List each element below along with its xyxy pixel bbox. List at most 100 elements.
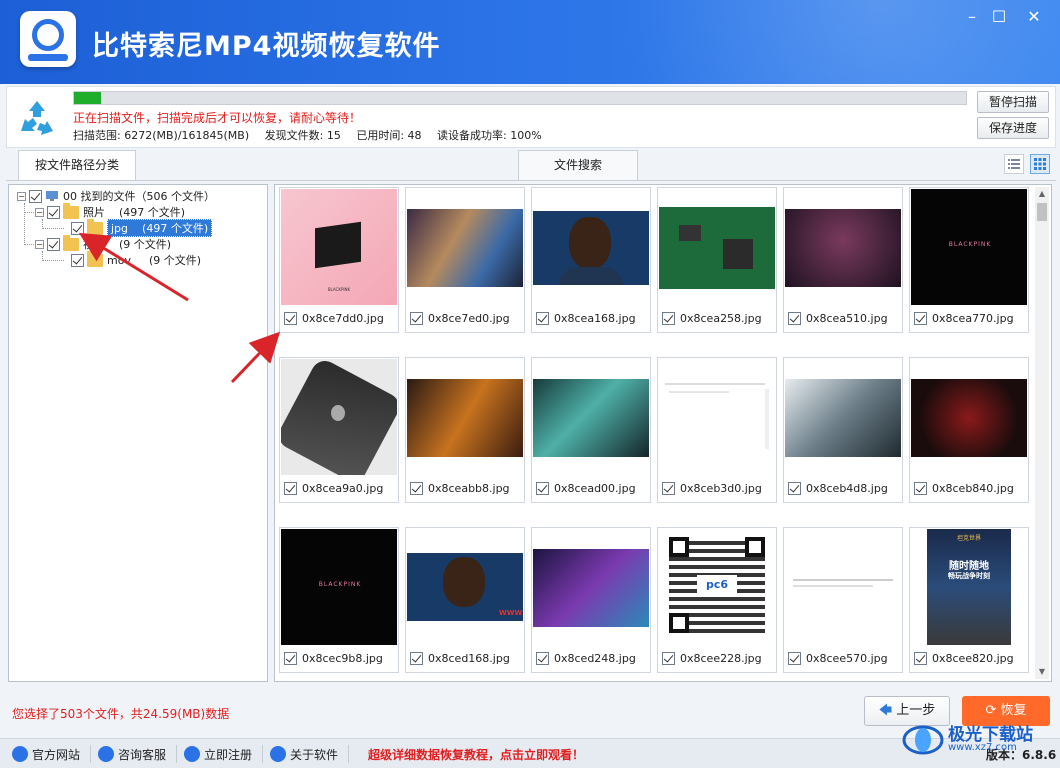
file-checkbox[interactable] xyxy=(788,652,801,665)
checkbox[interactable] xyxy=(71,221,84,235)
tree-item-mov[interactable]: mov (9 个文件) xyxy=(71,250,201,268)
scroll-thumb[interactable] xyxy=(1037,203,1047,221)
file-thumbnail[interactable] xyxy=(785,529,901,645)
file-tile[interactable]: 0x8cee570.jpg xyxy=(783,527,903,673)
file-tile[interactable]: 0x8ceabb8.jpg xyxy=(405,357,525,503)
file-checkbox[interactable] xyxy=(284,312,297,325)
file-tile-footer: 0x8ce7ed0.jpg xyxy=(410,312,510,325)
collapse-icon[interactable]: − xyxy=(35,239,44,249)
file-checkbox[interactable] xyxy=(914,482,927,495)
tab-file-search[interactable]: 文件搜索 xyxy=(518,150,638,180)
pause-scan-button[interactable]: 暂停扫描 xyxy=(977,91,1049,113)
file-checkbox[interactable] xyxy=(536,312,549,325)
file-checkbox[interactable] xyxy=(536,652,549,665)
file-thumbnail[interactable]: BLACKPINK xyxy=(281,189,397,305)
checkbox[interactable] xyxy=(71,253,84,267)
file-tile[interactable]: BLACKPINK 0x8ce7dd0.jpg xyxy=(279,187,399,333)
support-button[interactable]: 咨询客服 xyxy=(98,744,166,764)
file-thumbnail[interactable] xyxy=(911,359,1027,475)
file-tile[interactable]: 0x8cea258.jpg xyxy=(657,187,777,333)
file-thumbnail[interactable] xyxy=(407,359,523,475)
register-button[interactable]: 立即注册 xyxy=(184,744,252,764)
file-thumbnail[interactable] xyxy=(281,359,397,475)
thumbnail-view-icon[interactable] xyxy=(1030,154,1050,174)
file-name: 0x8ceb4d8.jpg xyxy=(806,482,888,495)
file-thumbnail[interactable] xyxy=(533,359,649,475)
file-thumbnail[interactable] xyxy=(533,529,649,645)
file-thumbnail[interactable]: pc6 xyxy=(659,529,775,645)
close-icon[interactable]: ✕ xyxy=(1020,6,1048,28)
file-checkbox[interactable] xyxy=(662,312,675,325)
file-checkbox[interactable] xyxy=(914,312,927,325)
file-checkbox[interactable] xyxy=(410,652,423,665)
official-site-button[interactable]: 官方网站 xyxy=(12,744,80,764)
file-tile-footer: 0x8ced248.jpg xyxy=(536,652,636,665)
file-thumbnail[interactable]: WWW xyxy=(407,529,523,645)
file-tile[interactable]: 0x8ced248.jpg xyxy=(531,527,651,673)
file-checkbox[interactable] xyxy=(410,482,423,495)
file-thumbnail[interactable] xyxy=(407,189,523,305)
file-tile[interactable]: 0x8cead00.jpg xyxy=(531,357,651,503)
file-tile[interactable]: BLACKPINK 0x8cea770.jpg xyxy=(909,187,1029,333)
tree-item-label: 视频 xyxy=(83,238,105,251)
scroll-up-icon[interactable]: ▲ xyxy=(1035,187,1049,201)
checkbox[interactable] xyxy=(29,189,42,203)
file-tile-footer: 0x8cea168.jpg xyxy=(536,312,636,325)
file-thumbnail[interactable] xyxy=(533,189,649,305)
file-tile[interactable]: 坦克世界 随时随地 畅玩战争时刻 0x8cee820.jpg xyxy=(909,527,1029,673)
tree-item-video[interactable]: − 视频 (9 个文件) xyxy=(35,234,171,252)
file-tile[interactable]: 0x8ceb4d8.jpg xyxy=(783,357,903,503)
list-view-icon[interactable] xyxy=(1004,154,1024,174)
recover-button[interactable]: ⟳ 恢复 xyxy=(962,696,1050,726)
file-thumbnail[interactable]: BLACKPINK xyxy=(911,189,1027,305)
file-checkbox[interactable] xyxy=(284,482,297,495)
file-tile[interactable]: 0x8ceb840.jpg xyxy=(909,357,1029,503)
checkbox[interactable] xyxy=(47,205,60,219)
file-thumbnail[interactable] xyxy=(785,359,901,475)
arrow-left-icon: 🡄 xyxy=(878,703,893,718)
maximize-icon[interactable]: ☐ xyxy=(985,6,1013,28)
tree-item-jpg[interactable]: jpg (497 个文件) xyxy=(71,218,213,237)
file-tile[interactable]: BLACKPINK 0x8cec9b8.jpg xyxy=(279,527,399,673)
file-tile[interactable]: 0x8cea168.jpg xyxy=(531,187,651,333)
file-thumbnail[interactable] xyxy=(659,359,775,475)
tree-root[interactable]: − 00 找到的文件（506 个文件） xyxy=(17,188,215,204)
file-thumbnail[interactable] xyxy=(659,189,775,305)
file-checkbox[interactable] xyxy=(662,482,675,495)
file-tile[interactable]: pc6 0x8cee228.jpg xyxy=(657,527,777,673)
file-thumbnail[interactable]: BLACKPINK xyxy=(281,529,397,645)
file-name: 0x8cea770.jpg xyxy=(932,312,1014,325)
file-name: 0x8cee820.jpg xyxy=(932,652,1014,665)
vertical-scrollbar[interactable]: ▲ ▼ xyxy=(1035,187,1049,679)
file-checkbox[interactable] xyxy=(536,482,549,495)
scroll-down-icon[interactable]: ▼ xyxy=(1035,665,1049,679)
file-name: 0x8cec9b8.jpg xyxy=(302,652,383,665)
file-tile[interactable]: WWW 0x8ced168.jpg xyxy=(405,527,525,673)
collapse-icon[interactable]: − xyxy=(17,191,26,201)
file-tile[interactable]: 0x8cea9a0.jpg xyxy=(279,357,399,503)
tutorial-link[interactable]: 超级详细数据恢复教程，点击立即观看！ xyxy=(368,746,584,763)
file-thumbnail[interactable]: 坦克世界 随时随地 畅玩战争时刻 xyxy=(911,529,1027,645)
file-tile[interactable]: 0x8cea510.jpg xyxy=(783,187,903,333)
file-checkbox[interactable] xyxy=(788,312,801,325)
file-tile-footer: 0x8ceb3d0.jpg xyxy=(662,482,762,495)
file-checkbox[interactable] xyxy=(662,652,675,665)
file-checkbox[interactable] xyxy=(410,312,423,325)
file-thumbnail[interactable] xyxy=(785,189,901,305)
file-tile[interactable]: 0x8ce7ed0.jpg xyxy=(405,187,525,333)
save-progress-button[interactable]: 保存进度 xyxy=(977,117,1049,139)
file-checkbox[interactable] xyxy=(788,482,801,495)
file-checkbox[interactable] xyxy=(284,652,297,665)
thumb-caption: pc6 xyxy=(697,575,737,595)
about-button[interactable]: 关于软件 xyxy=(270,744,338,764)
file-name: 0x8cee228.jpg xyxy=(680,652,762,665)
minimize-icon[interactable]: – xyxy=(958,6,986,28)
checkbox[interactable] xyxy=(47,237,60,251)
file-checkbox[interactable] xyxy=(914,652,927,665)
tree-item-photos[interactable]: − 照片 (497 个文件) xyxy=(35,202,185,220)
tab-by-path[interactable]: 按文件路径分类 xyxy=(18,150,136,180)
previous-step-button[interactable]: 🡄 上一步 xyxy=(864,696,950,726)
scan-stats: 扫描范围: 6272(MB)/161845(MB) 发现文件数: 15 已用时间… xyxy=(73,127,554,143)
collapse-icon[interactable]: − xyxy=(35,207,44,217)
file-tile[interactable]: 0x8ceb3d0.jpg xyxy=(657,357,777,503)
